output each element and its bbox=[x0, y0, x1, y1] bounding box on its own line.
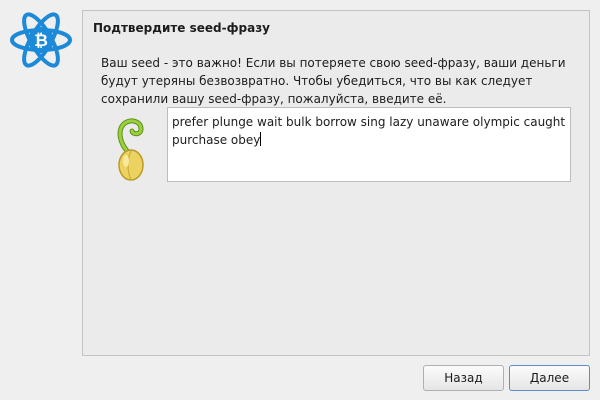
electrum-logo-icon: ₿ bbox=[9, 12, 73, 68]
svg-text:₿: ₿ bbox=[34, 31, 48, 51]
text-cursor bbox=[260, 132, 262, 146]
seed-confirm-panel: Подтвердите seed-фразу Ваш seed - это ва… bbox=[82, 10, 590, 356]
next-button[interactable]: Далее bbox=[509, 365, 590, 391]
seed-sprout-icon bbox=[111, 109, 151, 181]
seed-warning-message: Ваш seed - это важно! Если вы потеряете … bbox=[101, 56, 566, 106]
seed-phrase-text: prefer plunge wait bulk borrow sing lazy… bbox=[172, 115, 569, 147]
seed-phrase-input[interactable]: prefer plunge wait bulk borrow sing lazy… bbox=[167, 107, 571, 182]
dialog-title: Подтвердите seed-фразу bbox=[93, 21, 271, 35]
back-button[interactable]: Назад bbox=[423, 365, 504, 391]
